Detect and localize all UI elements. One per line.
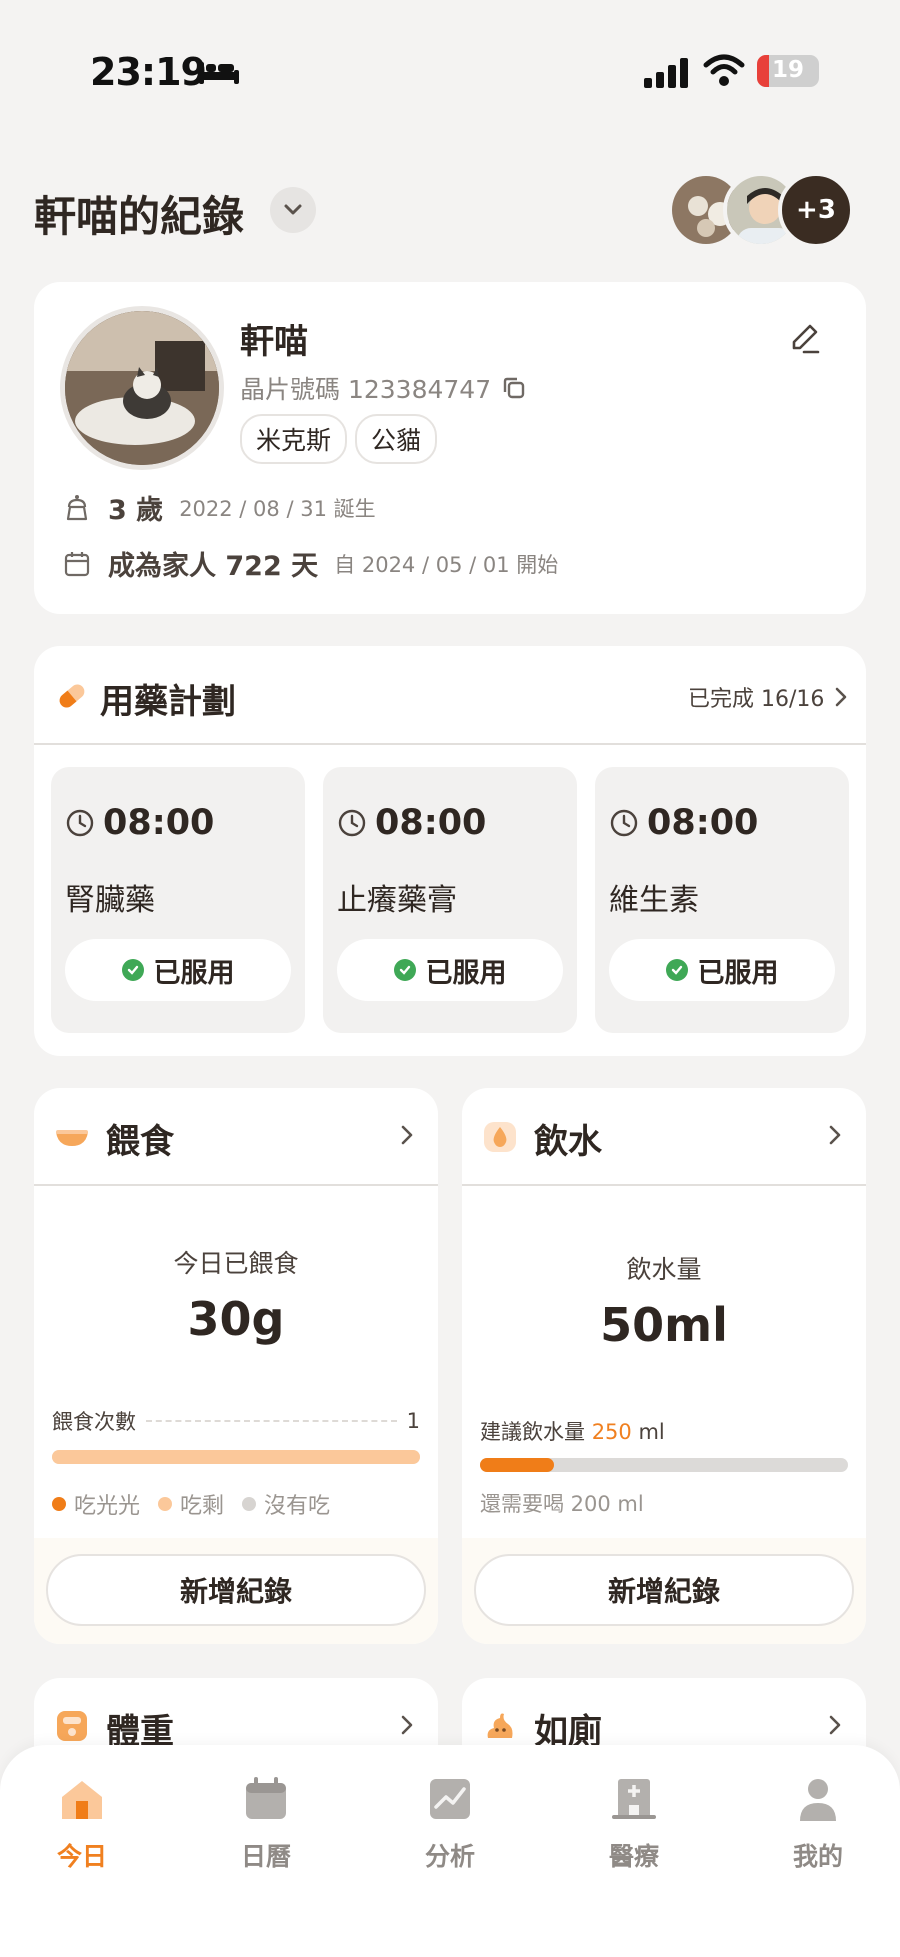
feeding-header[interactable]: 餵食 xyxy=(34,1088,438,1186)
medication-name: 腎臟藥 xyxy=(65,883,155,918)
clock-icon xyxy=(610,809,638,837)
check-icon xyxy=(665,959,688,981)
cake-icon xyxy=(66,494,88,520)
birthday: 2022 / 08 / 31 誕生 xyxy=(179,496,376,521)
copy-icon[interactable] xyxy=(501,375,527,401)
water-amount: 50ml xyxy=(600,1298,728,1352)
age-row: 3 歲 2022 / 08 / 31 誕生 xyxy=(62,488,376,527)
tab-medical[interactable]: 醫療 xyxy=(574,1775,694,1873)
check-icon xyxy=(121,959,144,981)
water-drop-icon xyxy=(484,1122,516,1152)
food-bowl-icon xyxy=(56,1130,88,1146)
medication-item[interactable]: 08:00 止癢藥膏 已服用 xyxy=(323,767,577,1033)
feeding-legend: 吃光光 吃剩 沒有吃 xyxy=(52,1488,330,1520)
edit-icon[interactable] xyxy=(786,320,824,358)
chevron-right-icon xyxy=(836,687,847,707)
medication-item[interactable]: 08:00 腎臟藥 已服用 xyxy=(51,767,305,1033)
feeding-amount: 30g xyxy=(187,1292,285,1346)
signal-icon xyxy=(644,58,688,88)
wifi-icon xyxy=(703,54,745,86)
chevron-down-icon xyxy=(284,204,302,215)
chevron-right-icon xyxy=(829,1715,841,1735)
calendar-icon xyxy=(64,551,90,576)
taken-status-button[interactable]: 已服用 xyxy=(337,939,563,1001)
medication-name: 止癢藥膏 xyxy=(337,883,457,918)
family-since: 自 2024 / 05 / 01 開始 xyxy=(334,552,559,577)
status-time: 23:19 xyxy=(90,50,207,94)
medication-plan-title: 用藥計劃 xyxy=(100,682,236,722)
pet-switch-dropdown[interactable] xyxy=(270,187,316,233)
feeding-count-row: 餵食次數 1 xyxy=(52,1409,420,1434)
more-members-badge: +3 xyxy=(778,172,854,248)
pet-avatar xyxy=(60,306,224,470)
water-label: 飲水量 xyxy=(626,1255,702,1284)
medication-progress-link[interactable]: 已完成 16/16 xyxy=(688,681,848,713)
add-water-record-button[interactable]: 新增紀錄 xyxy=(474,1554,854,1626)
feeding-count-value: 1 xyxy=(406,1409,420,1433)
hospital-icon xyxy=(612,1779,656,1819)
water-card: 飲水 飲水量 50ml 建議飲水量 250 ml 還需要喝 200 ml 新增紀… xyxy=(462,1088,866,1644)
feeding-progress-bar xyxy=(52,1450,420,1464)
clock-icon xyxy=(338,809,366,837)
feeding-card: 餵食 今日已餵食 30g 餵食次數 1 吃光光 吃剩 沒有吃 新增紀錄 xyxy=(34,1088,438,1644)
tab-calendar[interactable]: 日曆 xyxy=(206,1775,326,1873)
tab-profile[interactable]: 我的 xyxy=(758,1775,878,1873)
water-header[interactable]: 飲水 xyxy=(462,1088,866,1186)
taken-status-button[interactable]: 已服用 xyxy=(609,939,835,1001)
chevron-right-icon xyxy=(401,1125,413,1145)
add-feeding-record-button[interactable]: 新增紀錄 xyxy=(46,1554,426,1626)
page-title: 軒喵的紀錄 xyxy=(34,192,245,241)
medication-item[interactable]: 08:00 維生素 已服用 xyxy=(595,767,849,1033)
pet-profile-card: 軒喵 晶片號碼 123384747 米克斯 公貓 3 歲 2022 / 08 /… xyxy=(34,282,866,614)
bottom-tab-bar: 今日 日曆 分析 醫療 我的 xyxy=(0,1745,900,1957)
suggested-water: 建議飲水量 250 ml xyxy=(480,1420,665,1444)
taken-status-button[interactable]: 已服用 xyxy=(65,939,291,1001)
pet-name: 軒喵 xyxy=(240,322,308,362)
pill-icon xyxy=(59,684,85,708)
clock-icon xyxy=(66,809,94,837)
scale-icon xyxy=(57,1711,87,1741)
age-value: 3 歲 xyxy=(108,495,164,526)
water-title: 飲水 xyxy=(534,1122,602,1162)
breed-tag: 米克斯 xyxy=(240,414,348,464)
chevron-right-icon xyxy=(401,1715,413,1735)
family-members[interactable]: +3 xyxy=(668,172,854,248)
water-remaining: 還需要喝 200 ml xyxy=(480,1492,644,1516)
home-icon xyxy=(62,1781,102,1819)
bed-icon xyxy=(199,62,239,84)
family-days-row: 成為家人 722 天 自 2024 / 05 / 01 開始 xyxy=(62,544,558,583)
gender-tag: 公貓 xyxy=(355,414,438,464)
chart-icon xyxy=(430,1779,470,1819)
microchip-number: 晶片號碼 123384747 xyxy=(240,370,527,406)
pet-tags: 米克斯 公貓 xyxy=(240,414,438,464)
water-progress-bar xyxy=(480,1458,848,1472)
medication-name: 維生素 xyxy=(609,883,699,918)
tab-today[interactable]: 今日 xyxy=(22,1775,142,1873)
battery-indicator: 19 xyxy=(757,55,819,87)
poop-icon xyxy=(487,1713,513,1738)
chevron-right-icon xyxy=(829,1125,841,1145)
feeding-title: 餵食 xyxy=(106,1122,174,1162)
check-icon xyxy=(393,959,416,981)
divider xyxy=(34,743,866,745)
family-days-value: 成為家人 722 天 xyxy=(108,551,319,582)
feeding-label: 今日已餵食 xyxy=(173,1249,299,1278)
tab-analysis[interactable]: 分析 xyxy=(390,1775,510,1873)
person-icon xyxy=(800,1779,836,1821)
calendar-icon xyxy=(246,1777,286,1819)
